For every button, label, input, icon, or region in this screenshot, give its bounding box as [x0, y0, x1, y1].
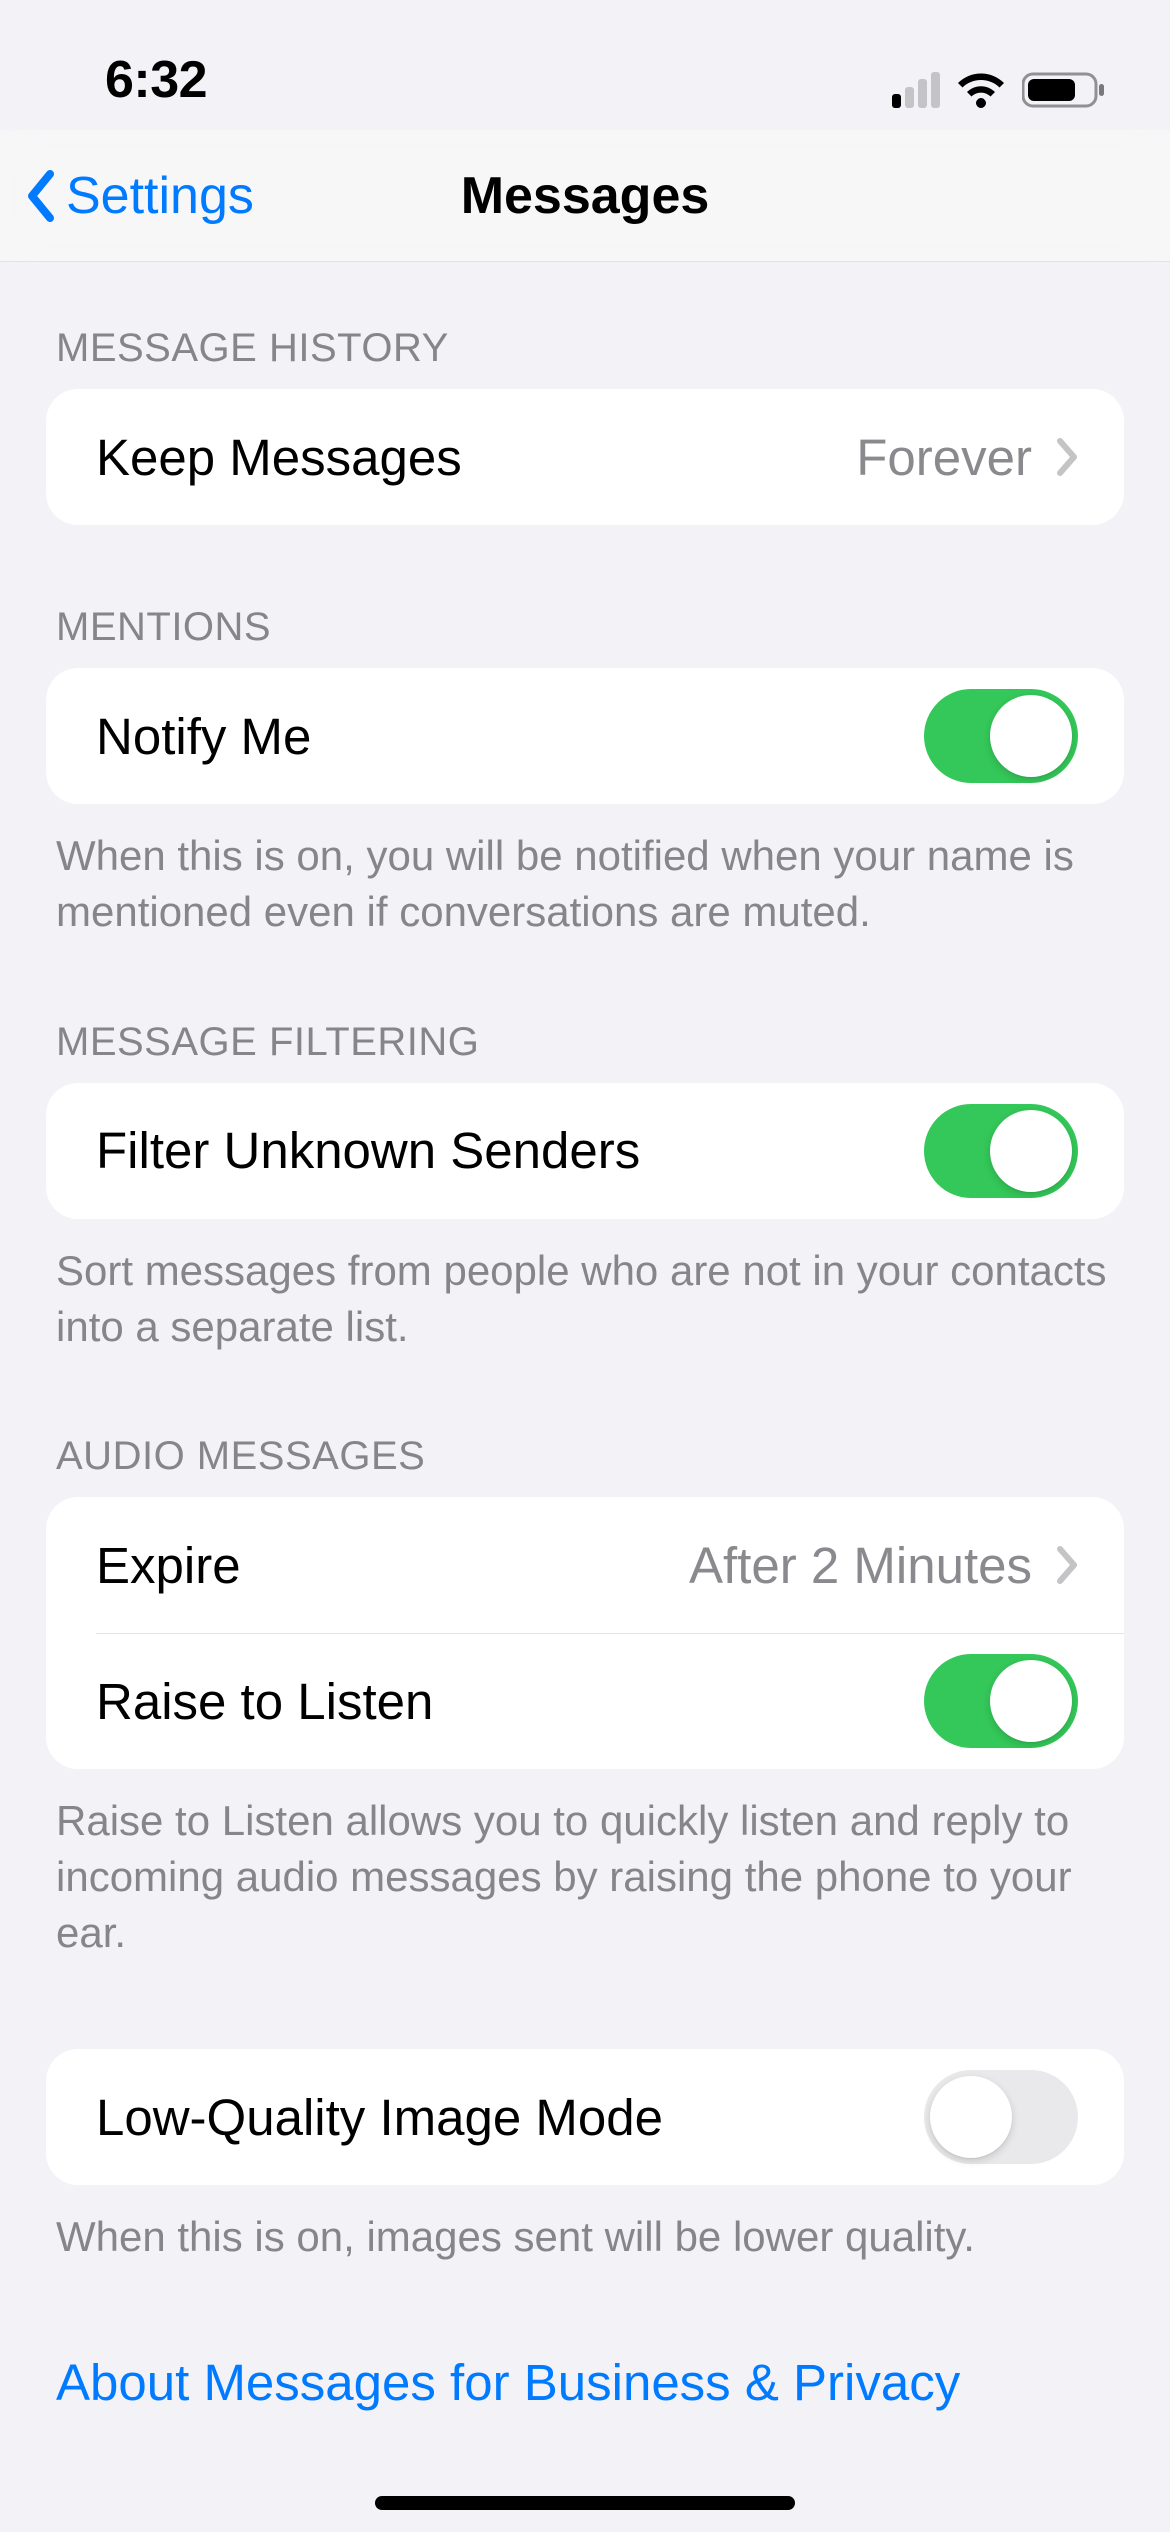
raise-to-listen-label: Raise to Listen: [96, 1672, 433, 1731]
filter-unknown-label: Filter Unknown Senders: [96, 1121, 640, 1180]
low-quality-row[interactable]: Low-Quality Image Mode: [46, 2049, 1124, 2185]
section-header-message-history: MESSAGE HISTORY: [0, 326, 1170, 389]
message-filtering-footer: Sort messages from people who are not in…: [0, 1219, 1170, 1355]
chevron-left-icon: [24, 170, 56, 222]
filter-unknown-row[interactable]: Filter Unknown Senders: [46, 1083, 1124, 1219]
expire-row[interactable]: Expire After 2 Minutes: [46, 1497, 1124, 1633]
keep-messages-label: Keep Messages: [96, 428, 462, 487]
keep-messages-row[interactable]: Keep Messages Forever: [46, 389, 1124, 525]
section-header-message-filtering: MESSAGE FILTERING: [0, 1020, 1170, 1083]
back-button[interactable]: Settings: [24, 166, 254, 226]
raise-to-listen-toggle[interactable]: [924, 1654, 1078, 1748]
group-audio-messages: Expire After 2 Minutes Raise to Listen: [46, 1497, 1124, 1769]
status-bar: 6:32: [0, 0, 1170, 130]
notify-me-label: Notify Me: [96, 707, 311, 766]
chevron-right-icon: [1056, 438, 1078, 476]
back-label: Settings: [66, 166, 254, 226]
group-low-quality: Low-Quality Image Mode: [46, 2049, 1124, 2185]
status-time: 6:32: [105, 50, 207, 110]
group-mentions: Notify Me: [46, 668, 1124, 804]
group-message-filtering: Filter Unknown Senders: [46, 1083, 1124, 1219]
filter-unknown-toggle[interactable]: [924, 1104, 1078, 1198]
raise-to-listen-row[interactable]: Raise to Listen: [46, 1633, 1124, 1769]
group-message-history: Keep Messages Forever: [46, 389, 1124, 525]
home-indicator[interactable]: [375, 2496, 795, 2510]
keep-messages-value: Forever: [856, 428, 1032, 487]
about-messages-link[interactable]: About Messages for Business & Privacy: [0, 2353, 1170, 2412]
wifi-icon: [956, 72, 1006, 108]
low-quality-toggle[interactable]: [924, 2070, 1078, 2164]
section-header-mentions: MENTIONS: [0, 605, 1170, 668]
chevron-right-icon: [1056, 1546, 1078, 1584]
content-scroll[interactable]: MESSAGE HISTORY Keep Messages Forever ME…: [0, 262, 1170, 2472]
low-quality-label: Low-Quality Image Mode: [96, 2088, 663, 2147]
notify-me-row[interactable]: Notify Me: [46, 668, 1124, 804]
status-indicators: [892, 70, 1114, 110]
expire-label: Expire: [96, 1536, 241, 1595]
battery-icon: [1022, 70, 1106, 110]
notify-me-toggle[interactable]: [924, 689, 1078, 783]
expire-value: After 2 Minutes: [689, 1536, 1032, 1595]
low-quality-footer: When this is on, images sent will be low…: [0, 2185, 1170, 2265]
audio-messages-footer: Raise to Listen allows you to quickly li…: [0, 1769, 1170, 1961]
cellular-signal-icon: [892, 72, 940, 108]
mentions-footer: When this is on, you will be notified wh…: [0, 804, 1170, 940]
nav-bar: Settings Messages: [0, 130, 1170, 262]
section-header-audio-messages: AUDIO MESSAGES: [0, 1434, 1170, 1497]
